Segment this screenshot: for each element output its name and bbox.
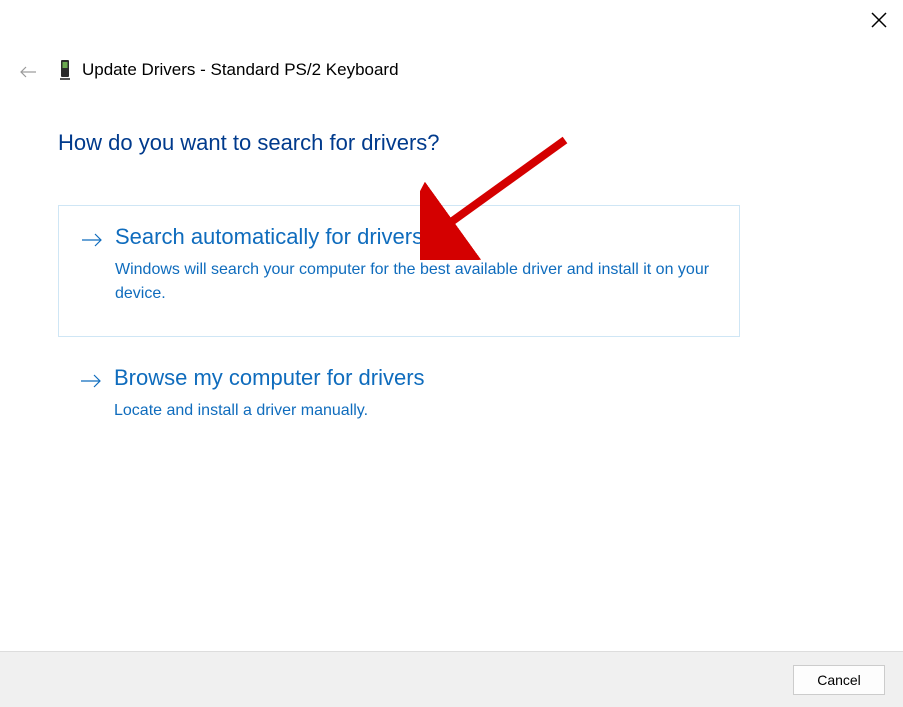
- back-arrow-icon: [19, 65, 37, 79]
- cancel-button[interactable]: Cancel: [793, 665, 885, 695]
- dialog-header: Update Drivers - Standard PS/2 Keyboard: [58, 58, 399, 82]
- option-browse-description: Locate and install a driver manually.: [114, 399, 722, 423]
- close-icon: [871, 12, 887, 28]
- option-auto-description: Windows will search your computer for th…: [115, 258, 721, 306]
- option-search-automatically[interactable]: Search automatically for drivers Windows…: [58, 205, 740, 337]
- main-heading: How do you want to search for drivers?: [58, 130, 440, 156]
- close-button[interactable]: [867, 8, 891, 32]
- options-container: Search automatically for drivers Windows…: [58, 205, 740, 481]
- arrow-right-icon: [81, 228, 103, 254]
- back-button[interactable]: [18, 62, 38, 82]
- arrow-right-icon: [80, 369, 102, 395]
- dialog-footer: Cancel: [0, 651, 903, 707]
- device-icon: [58, 58, 72, 82]
- option-browse-computer[interactable]: Browse my computer for drivers Locate an…: [58, 365, 740, 453]
- option-auto-title: Search automatically for drivers: [115, 224, 721, 250]
- option-browse-title: Browse my computer for drivers: [114, 365, 722, 391]
- dialog-title: Update Drivers - Standard PS/2 Keyboard: [82, 60, 399, 80]
